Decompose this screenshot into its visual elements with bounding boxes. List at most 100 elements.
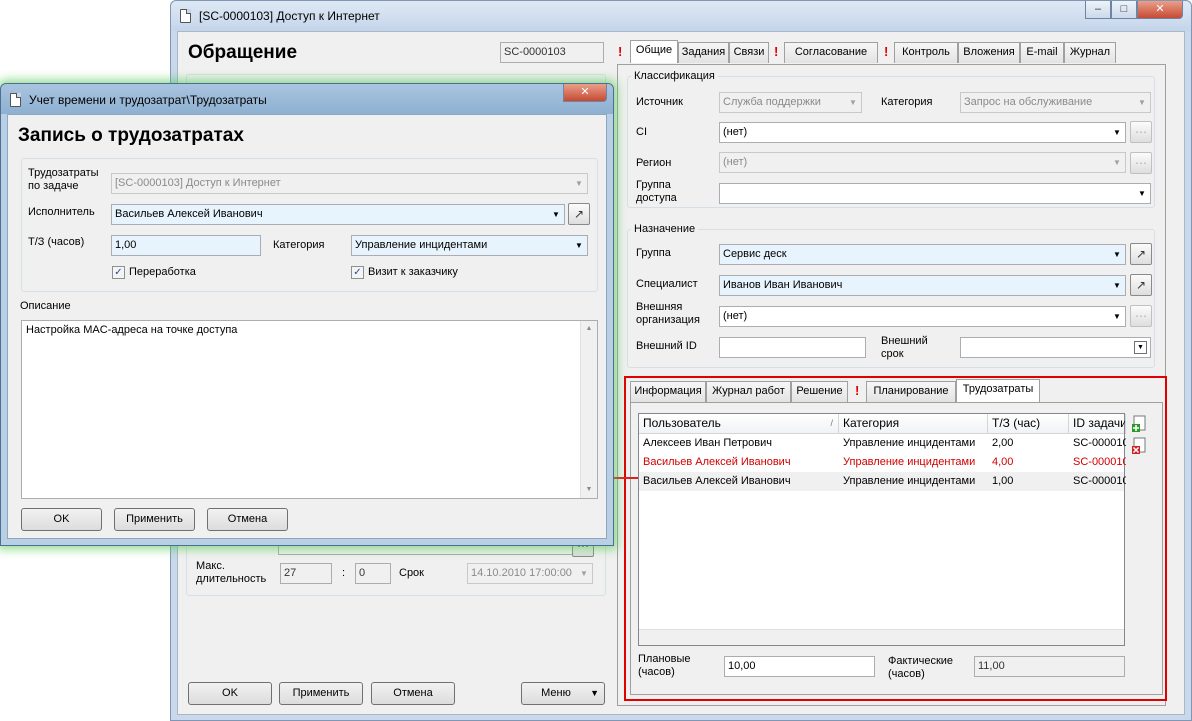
minimize-button[interactable]: – <box>1085 1 1111 19</box>
subtab-labor[interactable]: Трудозатраты <box>956 379 1040 402</box>
calendar-dropdown-icon[interactable]: ▼ <box>1134 341 1147 354</box>
specialist-select[interactable]: Иванов Иван Иванович ▼ <box>719 275 1126 296</box>
table-row[interactable]: Васильев Алексей Иванович Управление инц… <box>639 472 1126 491</box>
external-org-label: Внешняя организация <box>636 301 700 326</box>
performer-edit-button[interactable]: ↗ <box>568 203 590 225</box>
close-button[interactable]: ✕ <box>1137 1 1183 19</box>
cell-hours: 4,00 <box>992 456 1014 468</box>
ok-button[interactable]: OK <box>188 682 272 705</box>
external-term-input[interactable]: ▼ <box>960 337 1151 358</box>
tab-attachments[interactable]: Вложения <box>958 42 1020 63</box>
add-record-icon[interactable] <box>1131 415 1149 433</box>
access-group-select[interactable]: ▼ <box>719 183 1151 204</box>
tab-journal[interactable]: Журнал <box>1064 42 1116 63</box>
ci-select[interactable]: (нет) ▼ <box>719 122 1126 143</box>
max-duration-hours-field[interactable]: 27 <box>280 563 332 584</box>
cell-task: SC-0000103 <box>1073 437 1126 449</box>
main-titlebar[interactable]: [SC-0000103] Доступ к Интернет – □ ✕ <box>171 1 1191 31</box>
cell-task: SC-0000103 <box>1073 475 1126 487</box>
ci-lookup-button[interactable]: ⋯ <box>1130 121 1152 143</box>
group-select[interactable]: Сервис деск ▼ <box>719 244 1126 265</box>
subtab-solution[interactable]: Решение <box>791 381 848 402</box>
chevron-down-icon: ▼ <box>1138 98 1146 107</box>
ticket-id-field: SC-0000103 <box>500 42 604 63</box>
column-header-category[interactable]: Категория <box>839 414 988 434</box>
performer-select[interactable]: Васильев Алексей Иванович ▼ <box>111 204 565 225</box>
subtab-strip: Информация Журнал работ Решение ! Планир… <box>630 379 1050 403</box>
region-lookup-button[interactable]: ⋯ <box>1130 152 1152 174</box>
chevron-down-icon: ▼ <box>1113 158 1121 167</box>
sort-icon: / <box>830 418 833 428</box>
hours-input[interactable]: 1,00 <box>111 235 261 256</box>
category-label: Категория <box>881 96 933 108</box>
dialog-apply-button[interactable]: Применить <box>114 508 195 531</box>
max-duration-minutes-field[interactable]: 0 <box>355 563 391 584</box>
external-org-select[interactable]: (нет) ▼ <box>719 306 1126 327</box>
overtime-label: Переработка <box>129 266 196 278</box>
tab-links[interactable]: Связи <box>729 42 769 63</box>
subtab-work-log[interactable]: Журнал работ <box>706 381 791 402</box>
source-select[interactable]: Служба поддержки ▼ <box>719 92 862 113</box>
external-id-label: Внешний ID <box>636 340 697 352</box>
category-select[interactable]: Управление инцидентами ▼ <box>351 235 588 256</box>
hours-label: Т/З (часов) <box>28 236 85 248</box>
labor-record-dialog: Учет времени и трудозатрат\Трудозатраты … <box>0 83 614 546</box>
dialog-ok-button[interactable]: OK <box>21 508 102 531</box>
description-scrollbar[interactable]: ▲ ▼ <box>580 321 597 498</box>
deadline-label: Срок <box>399 567 424 579</box>
region-select[interactable]: (нет) ▼ <box>719 152 1126 173</box>
group-edit-button[interactable]: ↗ <box>1130 243 1152 265</box>
external-term-label: Внешний срок <box>881 335 928 360</box>
cell-user: Алексеев Иван Петрович <box>643 437 772 449</box>
apply-button[interactable]: Применить <box>279 682 363 705</box>
cancel-button[interactable]: Отмена <box>371 682 455 705</box>
cell-task: SC-0000103 <box>1073 456 1126 468</box>
column-header-hours[interactable]: Т/З (час) <box>988 414 1069 434</box>
column-header-task[interactable]: ID задачи <box>1069 414 1126 434</box>
subtab-planning[interactable]: Планирование <box>866 381 956 402</box>
region-label: Регион <box>636 157 672 169</box>
classification-title: Классификация <box>631 70 718 83</box>
scroll-down-icon[interactable]: ▼ <box>581 482 597 498</box>
category-select[interactable]: Запрос на обслуживание ▼ <box>960 92 1151 113</box>
maximize-button[interactable]: □ <box>1111 1 1137 19</box>
specialist-label: Специалист <box>636 278 698 290</box>
external-org-lookup-button[interactable]: ⋯ <box>1130 305 1152 327</box>
task-label: Трудозатраты по задаче <box>28 167 99 192</box>
labor-grid[interactable]: Пользователь / Категория Т/З (час) ID за… <box>638 413 1126 646</box>
subtab-info[interactable]: Информация <box>630 381 706 402</box>
tab-general[interactable]: Общие <box>630 40 678 63</box>
visit-checkbox[interactable]: ✓ <box>351 266 364 279</box>
chevron-down-icon: ▼ <box>1113 128 1121 137</box>
delete-record-icon[interactable] <box>1131 437 1149 455</box>
grid-hscrollbar[interactable] <box>639 629 1124 645</box>
external-id-input[interactable] <box>719 337 866 358</box>
specialist-edit-button[interactable]: ↗ <box>1130 274 1152 296</box>
menu-arrow-icon: ▼ <box>590 688 599 698</box>
tab-approval[interactable]: Согласование <box>784 42 878 63</box>
tab-assignments[interactable]: Задания <box>678 42 729 63</box>
dialog-titlebar[interactable]: Учет времени и трудозатрат\Трудозатраты … <box>1 84 613 114</box>
dialog-header: Запись о трудозатратах <box>18 125 244 146</box>
tab-control[interactable]: Контроль <box>894 42 958 63</box>
table-row[interactable]: Алексеев Иван Петрович Управление инциде… <box>639 434 1126 453</box>
dialog-client-area: Запись о трудозатратах Трудозатраты по з… <box>7 114 607 539</box>
category-label: Категория <box>273 239 325 251</box>
calendar-dropdown-icon[interactable]: ▼ <box>576 564 592 583</box>
task-select[interactable]: [SC-0000103] Доступ к Интернет ▼ <box>111 173 588 194</box>
deadline-field[interactable]: 14.10.2010 17:00:00 ▼ <box>467 563 593 584</box>
source-label: Источник <box>636 96 683 108</box>
dialog-close-button[interactable]: ✕ <box>563 84 607 102</box>
document-icon <box>180 9 191 23</box>
scroll-up-icon[interactable]: ▲ <box>581 321 597 337</box>
overtime-checkbox[interactable]: ✓ <box>112 266 125 279</box>
menu-button[interactable]: Меню ▼ <box>521 682 605 705</box>
table-row-selected[interactable]: Васильев Алексей Иванович Управление инц… <box>639 453 1126 472</box>
dialog-cancel-button[interactable]: Отмена <box>207 508 288 531</box>
description-textarea[interactable]: Настройка MAC-адреса на точке доступа ▲ … <box>21 320 598 499</box>
column-header-user[interactable]: Пользователь / <box>639 414 839 434</box>
tab-email[interactable]: E-mail <box>1020 42 1064 63</box>
actual-hours-field: 11,00 <box>974 656 1125 677</box>
planned-hours-input[interactable]: 10,00 <box>724 656 875 677</box>
grid-header: Пользователь / Категория Т/З (час) ID за… <box>639 414 1126 434</box>
